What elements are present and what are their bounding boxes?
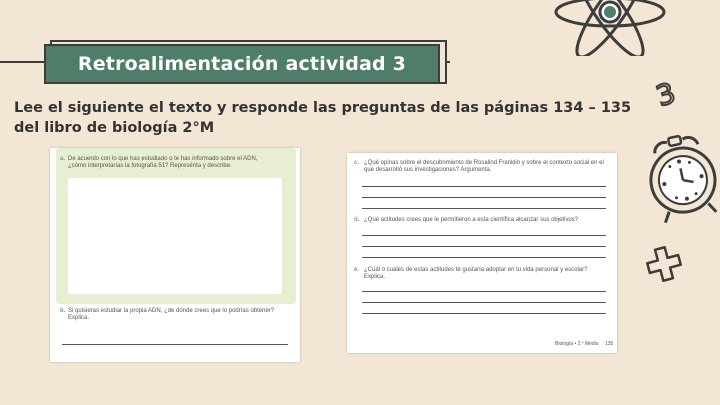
question-d-text: ¿Qué actitudes crees que le permitieron … <box>364 217 579 223</box>
slide: Retroalimentación actividad 3 Lee el sig… <box>0 0 720 405</box>
question-b-label: b. <box>60 308 66 314</box>
textbook-page-134: a. De acuerdo con lo que has estudiado o… <box>50 148 300 362</box>
answer-line <box>362 302 606 303</box>
question-a-answer-box <box>68 178 282 294</box>
alarm-clock-icon <box>649 134 718 224</box>
atom-icon <box>554 0 666 56</box>
answer-line <box>362 313 606 314</box>
question-a-label: a. <box>60 156 66 162</box>
answer-line <box>362 291 606 292</box>
answer-line <box>362 186 606 187</box>
question-c-label: c. <box>354 160 360 166</box>
title-banner: Retroalimentación actividad 3 <box>44 44 440 84</box>
answer-line <box>362 208 606 209</box>
question-d-label: d. <box>354 217 360 223</box>
page-number: 135 <box>605 341 614 347</box>
answer-line <box>62 344 288 345</box>
question-b-text: Si quisieras estudiar la propia ADN, ¿de… <box>68 308 275 321</box>
answer-line <box>362 257 606 258</box>
question-e-text: ¿Cuál o cuáles de estas actitudes te gus… <box>364 267 588 280</box>
question-a-text: De acuerdo con lo que has estudiado o te… <box>68 156 258 169</box>
answer-line <box>362 235 606 236</box>
number-three-icon: 3 <box>651 78 680 112</box>
question-c-text: ¿Qué opinas sobre el descubrimiento de R… <box>364 160 604 173</box>
answer-line <box>362 246 606 247</box>
answer-line <box>362 197 606 198</box>
decor-number: 3 <box>652 78 679 112</box>
slide-title: Retroalimentación actividad 3 <box>77 53 407 75</box>
textbook-page-135: c. ¿Qué opinas sobre el descubrimiento d… <box>347 153 617 353</box>
instruction-text: Lee el siguiente el texto y responde las… <box>14 100 632 136</box>
page-footer: Biología • 2.º Medio <box>555 341 599 347</box>
plus-icon <box>646 246 682 282</box>
question-e-label: e. <box>354 267 360 273</box>
